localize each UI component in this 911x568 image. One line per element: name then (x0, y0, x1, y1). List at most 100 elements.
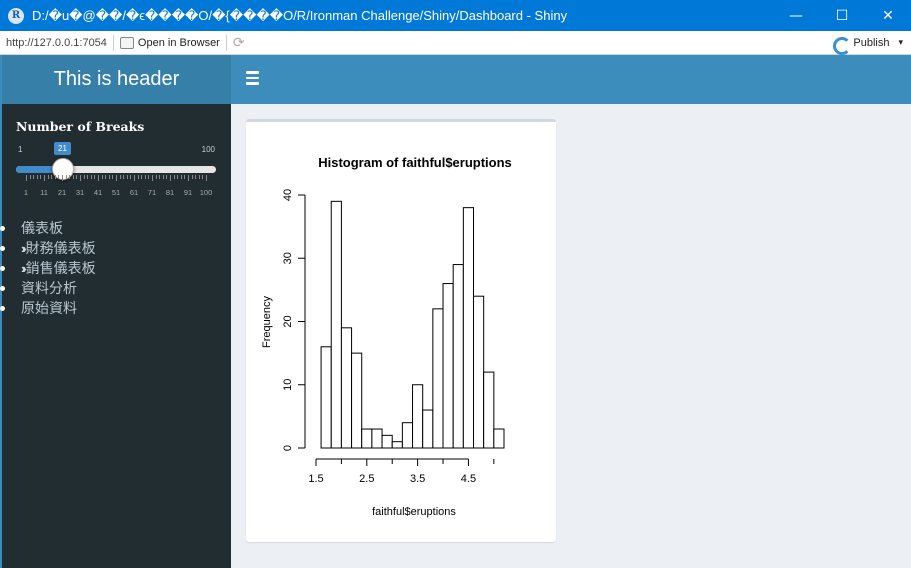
slider-tick (144, 175, 146, 179)
viewer-toolbar: http://127.0.0.1:7054 Open in Browser ⟳ … (0, 31, 911, 55)
histogram-plot: Histogram of faithful$eruptions 1.5 2.5 3.5… (261, 155, 512, 518)
slider-ticks (18, 175, 214, 181)
slider-tick (36, 175, 38, 179)
chevron-down-icon: ▾ (898, 37, 903, 47)
url-display[interactable]: http://127.0.0.1:7054 (6, 37, 107, 49)
x-tick-label: 4.5 (461, 473, 476, 485)
slider-grid-label: 81 (165, 188, 175, 197)
sidebar-menu-label: 儀表板 (21, 220, 63, 236)
publish-icon (832, 36, 852, 55)
sidebar-menu-label: 原始資料 (21, 300, 77, 316)
slider-grid-label: 71 (147, 188, 157, 197)
slider-grid-label: 100 (199, 188, 213, 197)
histogram-bar (473, 295, 485, 449)
slider-tick (108, 175, 110, 179)
slider-min-label: 1 (18, 145, 23, 154)
sidebar-menu-item[interactable]: 儀表板 (0, 218, 96, 238)
slider-tick (191, 175, 193, 179)
publish-button[interactable]: Publish ▾ (832, 36, 903, 55)
slider-tick (177, 175, 179, 179)
minimize-button[interactable]: — (773, 0, 819, 31)
chevron-right-icon: ›› (21, 261, 26, 276)
slider-tick (87, 175, 89, 179)
close-button[interactable]: ✕ (865, 0, 911, 31)
slider-tick (83, 175, 85, 179)
histogram-bar (361, 428, 373, 449)
chevron-right-icon: ›› (21, 241, 26, 256)
slider-tick (101, 175, 103, 179)
slider-tick (148, 175, 150, 179)
slider-tick (116, 175, 117, 181)
toolbar-separator (112, 34, 114, 51)
y-tick-label: 0 (282, 445, 294, 451)
histogram-bar (371, 428, 383, 449)
slider-tick (94, 175, 96, 179)
slider-tick (123, 175, 125, 179)
histogram-bar (493, 428, 505, 449)
histogram-bar (391, 441, 403, 449)
slider-tick (76, 175, 78, 179)
sidebar-menu-label: 資料分析 (21, 280, 77, 296)
sidebar-menu-item[interactable]: 資料分析 (0, 278, 96, 298)
slider-tick (33, 175, 35, 179)
histogram-bar (330, 200, 342, 449)
slider-tick (29, 175, 31, 179)
header-navbar (231, 55, 911, 104)
slider-tick (98, 175, 99, 181)
slider-tick (26, 175, 27, 181)
histogram-bar (340, 327, 353, 449)
slider-tick (126, 175, 128, 179)
slider-tick (180, 175, 182, 179)
slider-tick (188, 175, 189, 181)
slider-tick (80, 175, 81, 181)
slider-grid-label: 91 (183, 188, 193, 197)
open-in-browser-button[interactable]: Open in Browser (119, 36, 220, 49)
slider-track[interactable] (16, 166, 216, 173)
slider-tick (47, 175, 49, 179)
slider-tick (137, 175, 139, 179)
slider-label: Number of Breaks (16, 119, 145, 134)
sidebar-menu-item[interactable]: ›› 銷售儀表板 (0, 258, 96, 278)
histogram-bar (483, 371, 495, 449)
slider-grid-label: 51 (111, 188, 121, 197)
sidebar-menu-label: 財務儀表板 (25, 240, 96, 256)
x-axis-label: faithful$eruptions (372, 506, 456, 518)
sidebar-toggle-icon[interactable] (246, 71, 260, 85)
plot-box: Histogram of faithful$eruptions 1.5 2.5 3.5… (246, 119, 556, 542)
slider-tick (112, 175, 114, 179)
slider-tick (44, 175, 45, 181)
maximize-button[interactable]: ☐ (819, 0, 865, 31)
window-titlebar: R D:/�u�@��/�ϵ����O/�{����O/R/Ironman Ch… (0, 0, 911, 31)
slider-tick (58, 175, 60, 179)
slider-tick (72, 175, 74, 179)
slider-grid-label: 21 (57, 188, 67, 197)
slider-tick (90, 175, 92, 179)
chart-title: Histogram of faithful$eruptions (318, 155, 512, 170)
slider-tick (198, 175, 200, 179)
sidebar: Number of Breaks 1 100 21 1 11 21 31 41 51 61 7… (0, 104, 231, 568)
histogram-bar (412, 384, 424, 449)
slider-tick (173, 175, 175, 179)
sidebar-menu-label: 銷售儀表板 (25, 260, 96, 276)
slider-tick (155, 175, 157, 179)
sidebar-menu-item[interactable]: ›› 財務儀表板 (0, 238, 96, 258)
slider-tick (119, 175, 121, 179)
histogram-bar (351, 352, 363, 449)
slider-tick (54, 175, 56, 179)
slider-tick (152, 175, 153, 181)
sidebar-menu-item[interactable]: 原始資料 (0, 298, 96, 318)
slider-tick (51, 175, 53, 179)
y-tick-label: 10 (282, 379, 294, 391)
slider-tick (62, 175, 63, 181)
slider-tick (105, 175, 107, 179)
browser-icon (119, 36, 134, 49)
y-tick-label: 30 (282, 252, 294, 264)
publish-label: Publish (853, 36, 890, 49)
slider-grid-label: 11 (40, 188, 48, 197)
slider-tick (65, 175, 67, 179)
slider-tick (170, 175, 171, 181)
refresh-icon[interactable]: ⟳ (233, 34, 245, 51)
slider-grid-label: 41 (93, 188, 103, 197)
slider-tick (159, 175, 161, 179)
sidebar-menu: 儀表板 ›› 財務儀表板 ›› 銷售儀表板 資料分析 原始資料 (0, 218, 96, 318)
